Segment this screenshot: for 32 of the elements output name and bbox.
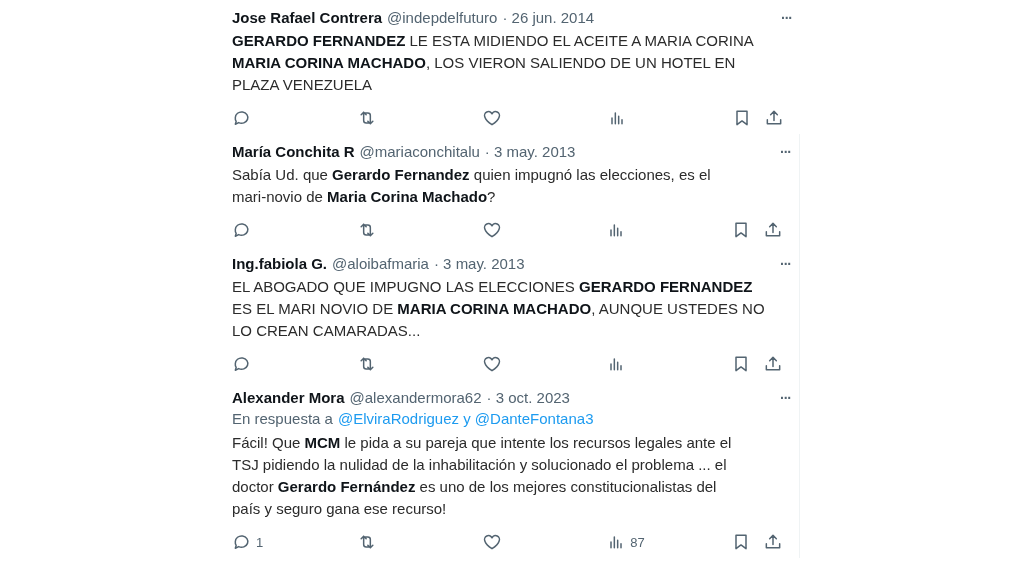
share-icon[interactable] xyxy=(764,108,784,128)
author-handle[interactable]: @indepdelfuturo xyxy=(387,8,498,28)
author-name[interactable]: Alexander Mora xyxy=(232,388,345,408)
author-handle[interactable]: @mariaconchitalu xyxy=(359,142,480,162)
more-options-button[interactable]: ··· xyxy=(781,8,792,28)
heart-icon[interactable] xyxy=(481,532,502,552)
heart-icon[interactable] xyxy=(481,220,502,240)
post-text: GERARDO FERNANDEZ LE ESTA MIDIENDO EL ACEITE A MARIA CORINA MARIA CORINA MACHADO, LOS VIERON SALIENDO DE UN HOTEL EN PLAZA VENEZUELA xyxy=(232,31,755,95)
post-text: Fácil! Que MCM le pida a su pareja que intente los recursos legales ante el TSJ pidiendo la nulidad de la inhabilitación y solucionado el problema ... el doctor Gerardo Fernández es uno de los mejores constitucionalistas del país y seguro gana ese recurso! xyxy=(232,433,733,519)
post-date[interactable]: · 26 jun. 2014 xyxy=(502,8,595,28)
heart-icon[interactable] xyxy=(482,108,502,128)
repost-icon[interactable] xyxy=(357,108,377,128)
share-icon[interactable] xyxy=(763,220,783,240)
view-count: 87 xyxy=(630,534,645,550)
more-options-button[interactable]: ··· xyxy=(780,142,791,162)
post-text: EL ABOGADO QUE IMPUGNO LAS ELECCIONES GERARDO FERNANDEZ ES EL MARI NOVIO DE MARIA CORINA MACHADO, AUNQUE USTEDES NO LO CREAN CAMARADAS... xyxy=(232,277,766,341)
author-name[interactable]: Ing.fabiola G. xyxy=(232,254,327,274)
reply-context-label: En respuesta a xyxy=(232,409,333,429)
author-handle[interactable]: @aloibafmaria xyxy=(332,254,429,274)
reply-count: 1 xyxy=(256,534,264,550)
author-handle[interactable]: @alexandermora62 xyxy=(349,388,482,408)
post-date[interactable]: · 3 may. 2013 xyxy=(484,142,576,162)
post-date[interactable]: · 3 oct. 2023 xyxy=(486,388,570,408)
heart-icon[interactable] xyxy=(481,354,502,374)
share-icon[interactable] xyxy=(763,354,783,374)
more-options-button[interactable]: ··· xyxy=(780,388,791,408)
post-date[interactable]: · 3 may. 2013 xyxy=(433,254,525,274)
share-icon[interactable] xyxy=(763,532,783,552)
author-name[interactable]: Jose Rafael Contrera xyxy=(232,8,383,28)
more-options-button[interactable]: ··· xyxy=(780,254,791,274)
post-text: Sabía Ud. que Gerardo Fernandez quien impugnó las elecciones, es el mari-novio de Maria Corina Machado? xyxy=(232,165,712,207)
author-name[interactable]: María Conchita R xyxy=(232,142,355,162)
